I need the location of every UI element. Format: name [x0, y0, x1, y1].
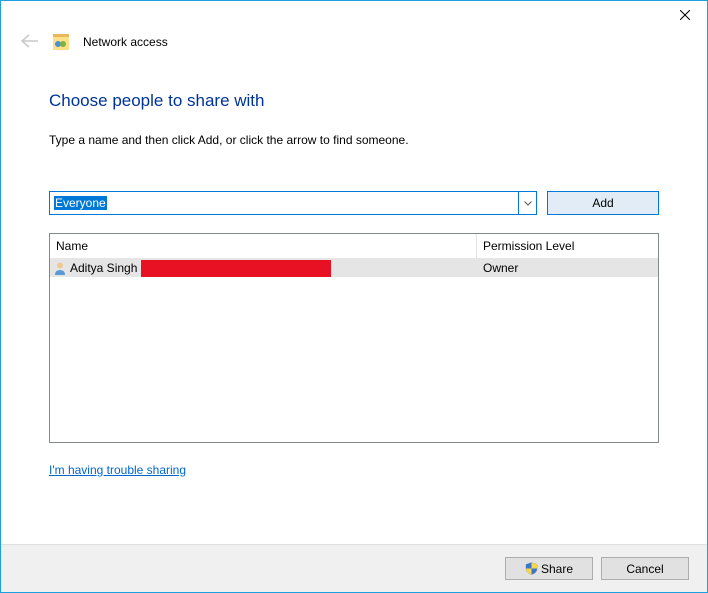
close-button[interactable] [662, 1, 707, 29]
combobox-dropdown-button[interactable] [518, 192, 536, 214]
network-access-icon [53, 34, 69, 50]
cell-name: Aditya Singh [50, 260, 477, 277]
cell-permission: Owner [477, 261, 658, 275]
share-button-label: Share [541, 562, 573, 576]
header-title: Network access [83, 35, 168, 49]
cancel-button[interactable]: Cancel [601, 557, 689, 580]
chevron-down-icon [524, 201, 532, 206]
content-area: Choose people to share with Type a name … [1, 65, 707, 544]
back-arrow-icon [21, 33, 39, 51]
user-icon [53, 261, 67, 275]
table-header: Name Permission Level [50, 234, 658, 259]
people-combobox[interactable]: Everyone [49, 191, 537, 215]
people-table: Name Permission Level Aditya Singh Owner [49, 233, 659, 443]
shield-icon [525, 562, 538, 575]
input-row: Everyone Add [49, 191, 659, 215]
trouble-sharing-link[interactable]: I'm having trouble sharing [49, 463, 186, 477]
main-heading: Choose people to share with [49, 91, 659, 111]
close-icon [680, 10, 690, 20]
titlebar [1, 1, 707, 33]
table-row[interactable]: Aditya Singh Owner [50, 259, 658, 277]
column-header-name[interactable]: Name [50, 234, 477, 258]
add-button[interactable]: Add [547, 191, 659, 215]
header-row: Network access [1, 33, 707, 65]
combobox-text[interactable]: Everyone [50, 192, 518, 214]
column-header-permission[interactable]: Permission Level [477, 234, 658, 258]
share-button[interactable]: Share [505, 557, 593, 580]
dialog-window: Network access Choose people to share wi… [0, 0, 708, 593]
redacted-block [141, 260, 331, 277]
combobox-selection: Everyone [54, 196, 107, 210]
cell-name-text: Aditya Singh [70, 261, 137, 275]
dialog-footer: Share Cancel [1, 544, 707, 592]
instruction-text: Type a name and then click Add, or click… [49, 133, 659, 147]
